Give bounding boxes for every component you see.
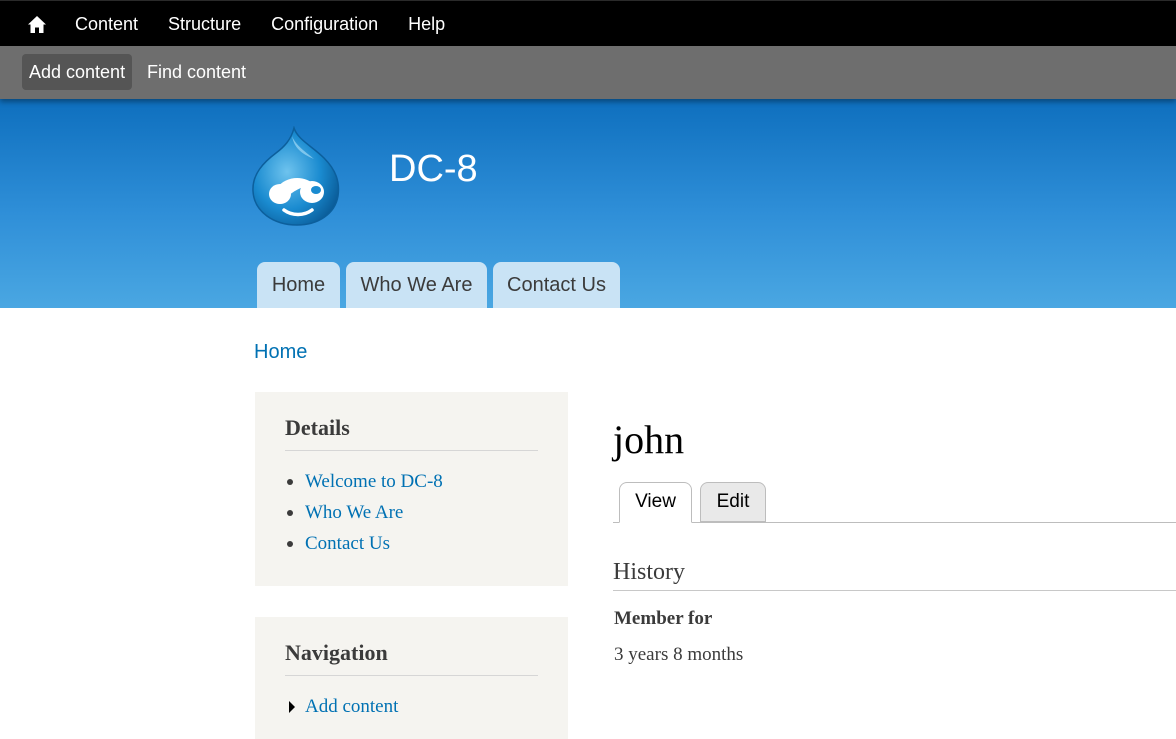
list-item: Welcome to DC-8 [285, 466, 538, 497]
contact-us-link[interactable]: Contact Us [305, 533, 390, 554]
breadcrumb-home-link[interactable]: Home [254, 340, 307, 364]
toolbar-item-configuration[interactable]: Configuration [256, 1, 393, 47]
history-heading: History [613, 557, 1176, 591]
member-for-value: 3 years 8 months [614, 644, 744, 665]
details-block: Details Welcome to DC-8 Who We Are Conta… [255, 392, 568, 586]
site-name[interactable]: DC-8 [389, 147, 478, 191]
drupal-drop-logo[interactable] [250, 125, 342, 226]
tab-who-we-are[interactable]: Who We Are [346, 262, 487, 308]
member-for-label: Member for [614, 608, 713, 629]
navigation-links: Add content [285, 691, 538, 722]
add-content-link[interactable]: Add content [305, 696, 398, 717]
admin-toolbar: Content Structure Configuration Help [0, 0, 1176, 46]
add-content-shortcut[interactable]: Add content [22, 54, 133, 90]
tab-home[interactable]: Home [257, 262, 340, 308]
list-item: Contact Us [285, 528, 538, 559]
toolbar-tray: Add content Find content [0, 46, 1176, 99]
home-icon[interactable] [22, 9, 52, 39]
tab-edit[interactable]: Edit [700, 482, 766, 522]
navigation-block: Navigation Add content [255, 617, 568, 739]
tab-contact-us[interactable]: Contact Us [493, 262, 620, 308]
toolbar-item-help[interactable]: Help [393, 1, 460, 47]
toolbar-item-structure[interactable]: Structure [153, 1, 256, 47]
bullet-icon [287, 541, 293, 547]
details-links: Welcome to DC-8 Who We Are Contact Us [285, 466, 538, 559]
list-item: Who We Are [285, 497, 538, 528]
bullet-icon [287, 510, 293, 516]
bullet-icon [287, 479, 293, 485]
toolbar-item-content[interactable]: Content [60, 1, 153, 47]
collapsed-arrow-icon[interactable] [289, 701, 295, 713]
tab-view[interactable]: View [619, 482, 692, 523]
navigation-block-title: Navigation [285, 639, 538, 676]
toolbar-menu: Content Structure Configuration Help [60, 1, 460, 47]
welcome-link[interactable]: Welcome to DC-8 [305, 471, 443, 492]
page-title: john [613, 417, 685, 462]
list-item: Add content [285, 691, 538, 722]
details-block-title: Details [285, 414, 538, 451]
site-header: DC-8 Home Who We Are Contact Us [0, 99, 1176, 308]
who-we-are-link[interactable]: Who We Are [305, 502, 403, 523]
find-content-shortcut[interactable]: Find content [140, 54, 253, 90]
tabs-divider [613, 522, 1176, 523]
